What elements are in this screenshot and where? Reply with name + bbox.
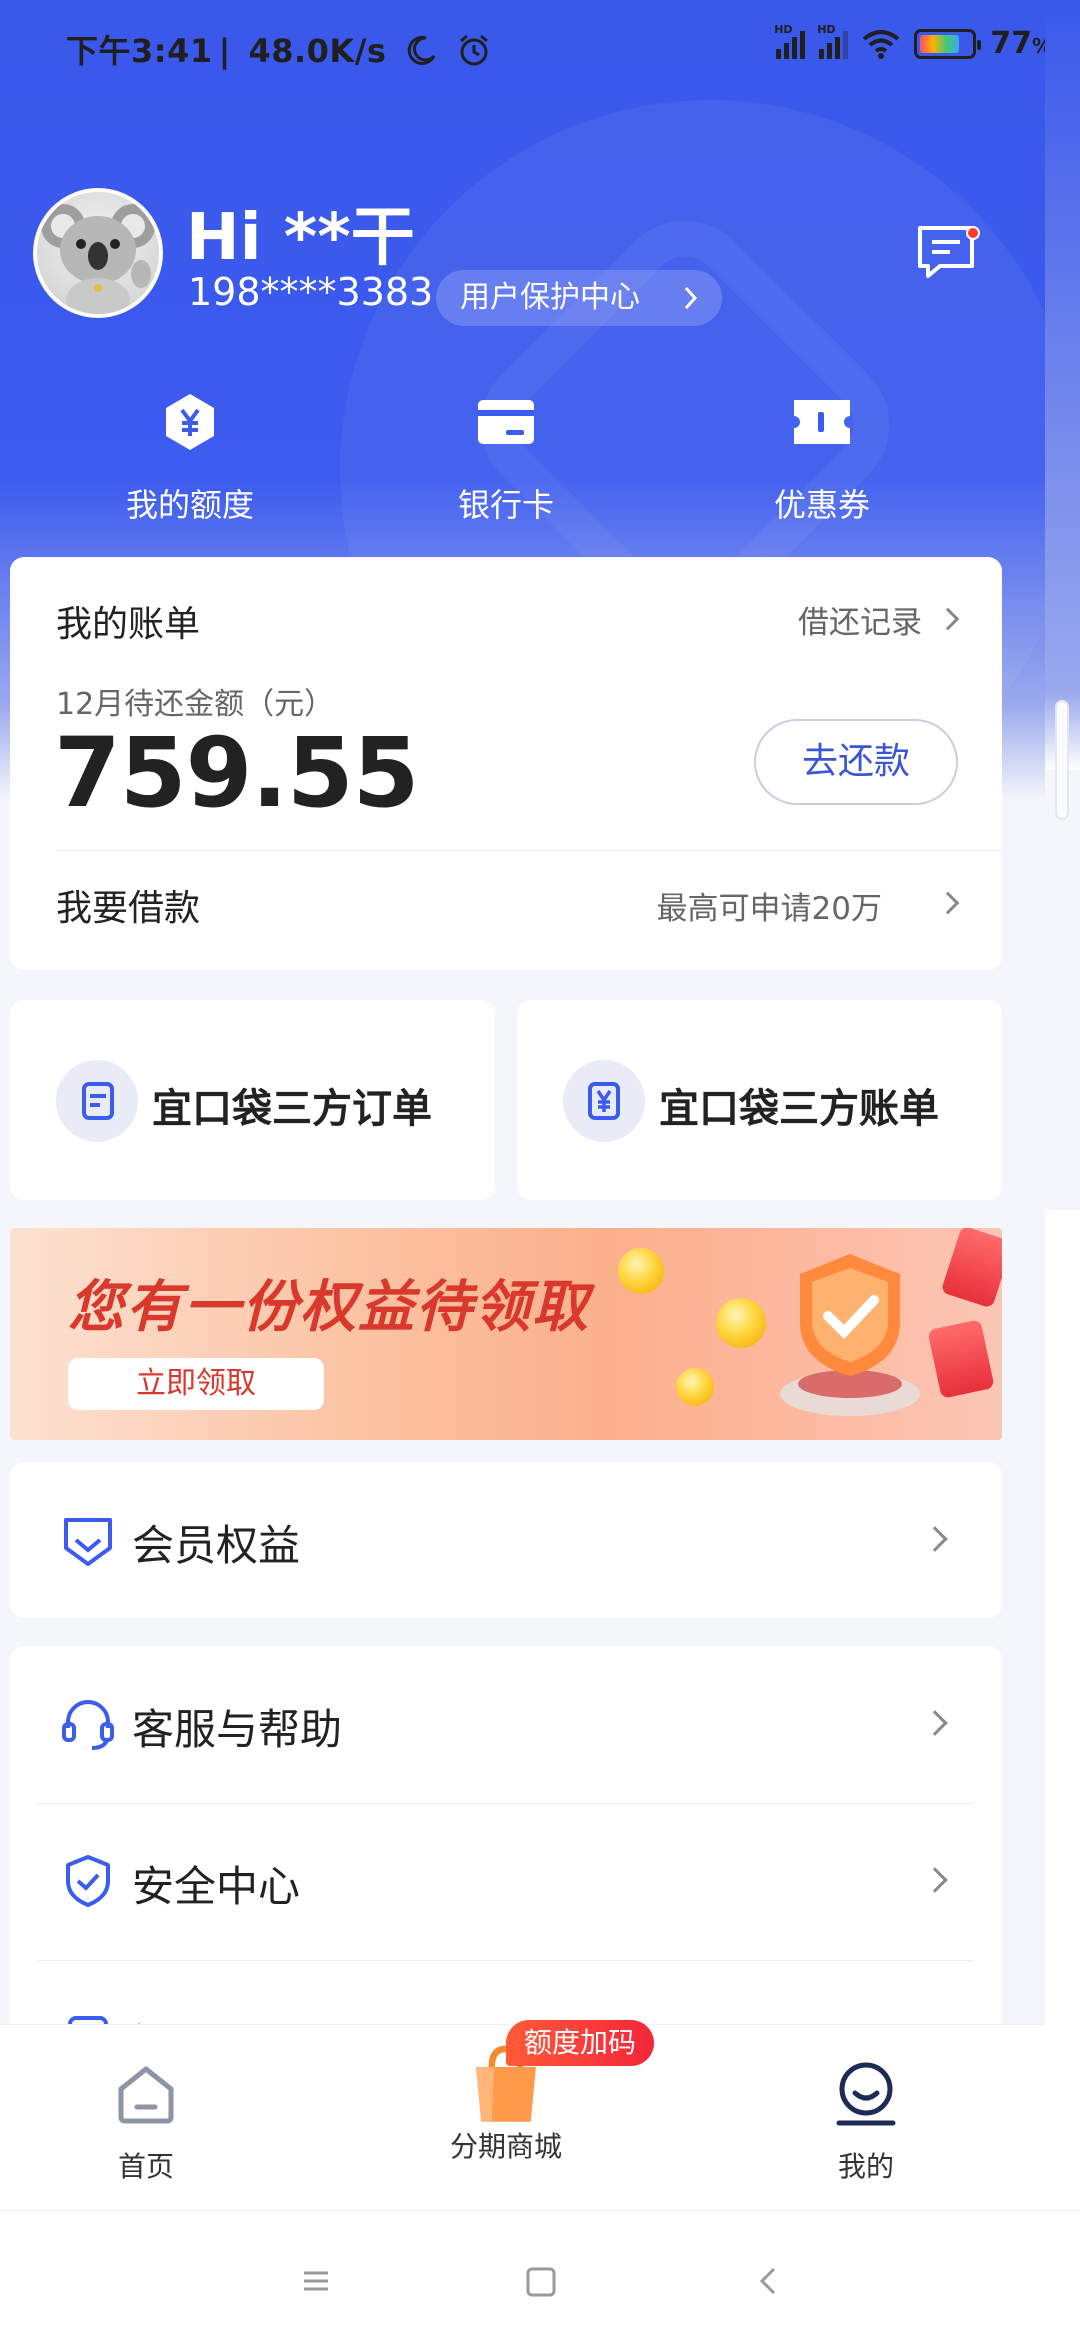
red-envelope-decoration	[940, 1228, 1002, 1309]
order-icon	[82, 1082, 114, 1120]
koala-avatar	[41, 204, 155, 314]
status-time: 下午3:41	[66, 32, 213, 70]
shield-trophy-icon	[780, 1254, 920, 1416]
greeting: Hi **干	[186, 201, 415, 275]
system-nav-bar	[0, 2210, 1080, 2340]
yen-bill-icon	[588, 1082, 620, 1120]
signal-hd-icon: HD	[774, 23, 806, 59]
headset-icon	[62, 1700, 114, 1750]
third-party-order-card[interactable]: 宜口袋三方订单	[10, 1000, 495, 1200]
chevron-right-icon[interactable]	[936, 891, 960, 915]
message-unread-dot	[966, 226, 980, 240]
coin-decoration	[618, 1248, 664, 1294]
bill-card: 我的账单 借还记录 12月待还金额（元） 759.55 去还款 我要借款 最高可…	[10, 557, 1002, 970]
coupon-icon	[794, 400, 850, 444]
quick-action-label: 我的额度	[125, 486, 254, 524]
mall-badge: 额度加码	[506, 2020, 655, 2066]
menu-item-label: 会员权益	[132, 1521, 301, 1570]
benefit-banner[interactable]: 您有一份权益待领取 立即领取	[10, 1228, 1002, 1440]
side-edge-header	[1045, 0, 1080, 770]
quick-action-credit[interactable]: 我的额度	[70, 390, 310, 526]
third-party-order-label: 宜口袋三方订单	[152, 1086, 432, 1132]
borrow-label[interactable]: 我要借款	[56, 879, 200, 931]
scrollbar-thumb[interactable]	[1055, 700, 1069, 820]
battery-unit: %	[1032, 34, 1045, 58]
moon-icon	[407, 35, 436, 65]
chevron-right-icon	[922, 1526, 948, 1552]
shield-check-icon	[66, 1855, 110, 1907]
battery-percent: 77	[990, 26, 1032, 61]
menu-item-label: 客服与帮助	[132, 1705, 343, 1754]
tab-label: 我的	[837, 2150, 894, 2183]
status-separator: |	[218, 32, 231, 70]
menu-item-help[interactable]: 客服与帮助	[10, 1646, 1002, 1802]
third-party-bill-card[interactable]: 宜口袋三方账单	[517, 1000, 1002, 1200]
tab-label: 首页	[117, 2150, 174, 2183]
divider	[56, 850, 1002, 851]
home-icon	[118, 2066, 174, 2124]
chevron-right-icon	[682, 270, 700, 345]
phone-number: 198****3383	[188, 270, 434, 314]
repay-button[interactable]: 去还款	[754, 719, 958, 805]
tab-mall[interactable]: 分期商城	[406, 2045, 606, 2165]
menu-icon[interactable]	[286, 2251, 346, 2311]
side-edge	[1045, 0, 1080, 2340]
quick-action-label: 优惠券	[773, 486, 870, 524]
member-badge-icon	[64, 1518, 112, 1566]
banner-claim-button[interactable]: 立即领取	[68, 1358, 324, 1410]
protect-center-button[interactable]: 用户保护中心	[436, 270, 722, 326]
member-benefit-card[interactable]: 会员权益	[10, 1462, 1002, 1618]
quick-action-label: 银行卡	[457, 486, 554, 524]
third-party-bill-label: 宜口袋三方账单	[659, 1086, 939, 1132]
menu-item-security[interactable]: 安全中心	[10, 1803, 1002, 1959]
wifi-icon	[862, 29, 900, 59]
menu-item-member[interactable]: 会员权益	[10, 1462, 1002, 1618]
order-icon-bg	[56, 1060, 138, 1142]
protect-center-label: 用户保护中心	[460, 280, 640, 315]
menu-item-label: 安全中心	[132, 1862, 301, 1911]
bank-card-icon	[478, 400, 534, 444]
chevron-right-icon	[922, 1867, 948, 1893]
coin-decoration	[716, 1298, 766, 1348]
tab-home[interactable]: 首页	[46, 2061, 246, 2185]
signal-hd-icon: HD	[817, 23, 849, 59]
status-speed: 48.0K/s	[248, 32, 387, 70]
chevron-right-icon[interactable]	[936, 607, 960, 631]
borrow-limit[interactable]: 最高可申请20万	[657, 883, 882, 928]
battery-level: 77%	[990, 26, 1045, 61]
profile-icon	[836, 2062, 896, 2126]
service-list-card: 客服与帮助 安全中心 设置	[10, 1646, 1002, 2068]
app-screen: 下午3:41| 48.0K/s HD HD 77%	[0, 0, 1045, 2340]
side-edge-tint	[1045, 770, 1080, 1210]
bill-amount: 759.55	[54, 717, 419, 829]
alarm-icon	[459, 34, 488, 66]
avatar[interactable]	[33, 188, 163, 318]
yen-bill-icon-bg	[563, 1060, 645, 1142]
status-bar: 下午3:41| 48.0K/s HD HD 77%	[0, 0, 1045, 96]
coin-decoration	[676, 1368, 714, 1406]
bill-title: 我的账单	[56, 604, 201, 645]
bill-record-link[interactable]: 借还记录	[798, 597, 922, 642]
quick-action-bank-card[interactable]: 银行卡	[386, 390, 626, 526]
tab-label: 分期商城	[449, 2130, 562, 2163]
banner-title: 您有一份权益待领取	[68, 1275, 590, 1340]
back-icon[interactable]	[738, 2251, 798, 2311]
status-right: HD HD 77%	[774, 23, 1045, 62]
battery-icon	[914, 28, 982, 59]
chevron-right-icon	[922, 1710, 948, 1736]
quick-action-coupon[interactable]: 优惠券	[702, 390, 942, 526]
home-button-icon[interactable]	[510, 2251, 570, 2311]
yen-hexagon-icon	[166, 394, 214, 450]
tab-mine[interactable]: 我的	[766, 2061, 966, 2185]
status-left: 下午3:41 | 48.0K/s	[66, 26, 492, 72]
